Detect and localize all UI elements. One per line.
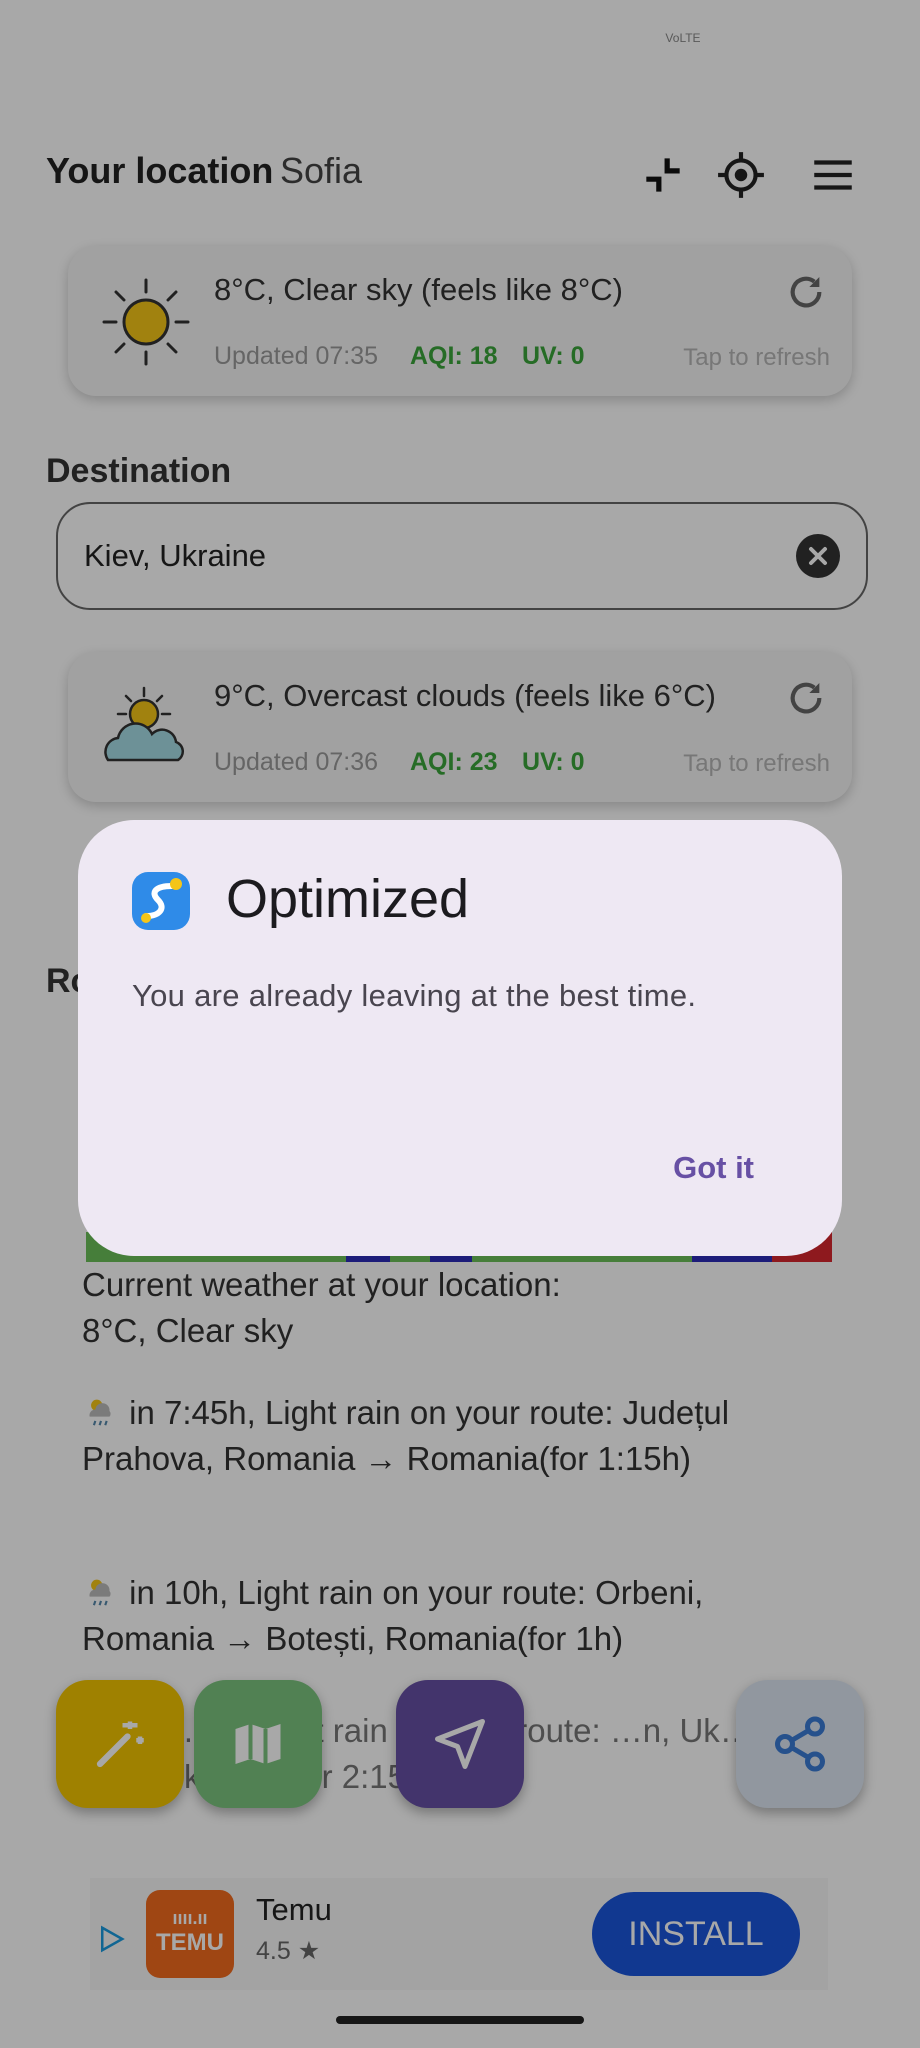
app-icon [132,872,190,930]
got-it-button[interactable]: Got it [673,1150,754,1186]
dialog-message: You are already leaving at the best time… [132,978,697,1013]
dialog-title: Optimized [226,869,470,929]
optimized-dialog: Optimized You are already leaving at the… [78,820,842,1256]
